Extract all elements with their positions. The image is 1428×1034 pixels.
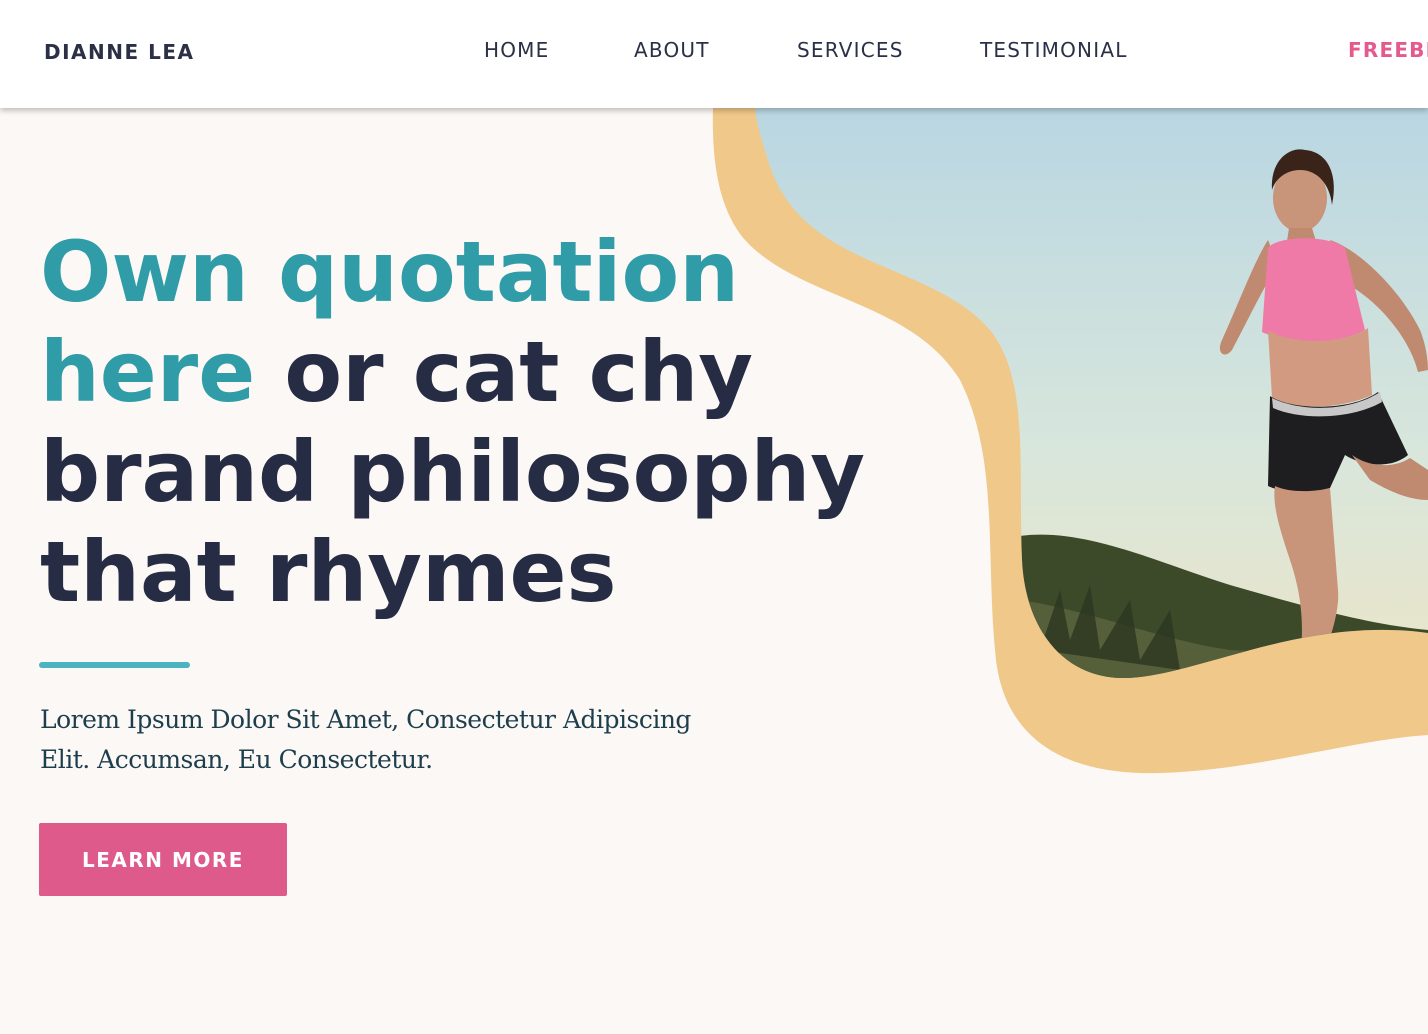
brand-logo[interactable]: DIANNE LEA <box>44 40 195 64</box>
top-navbar: DIANNE LEA HOME ABOUT SERVICES TESTIMONI… <box>0 0 1428 108</box>
headline-teal-line-1: Own quotation <box>40 223 739 321</box>
headline-teal-line-2: here <box>40 323 256 421</box>
nav-link-services[interactable]: SERVICES <box>797 38 904 62</box>
hero-description: Lorem Ipsum Dolor Sit Amet, Consectetur … <box>40 705 691 774</box>
learn-more-button[interactable]: LEARN MORE <box>39 823 287 896</box>
headline-line-4: that rhymes <box>40 523 617 621</box>
nav-link-about[interactable]: ABOUT <box>634 38 710 62</box>
headline-line-3: brand philosophy <box>40 423 866 521</box>
hero-headline: Own quotation here or cat chy brand phil… <box>40 222 940 622</box>
nav-link-freebie[interactable]: FREEBI <box>1348 38 1428 62</box>
nav-link-testimonial[interactable]: TESTIMONIAL <box>980 38 1128 62</box>
accent-divider <box>39 662 190 668</box>
nav-link-home[interactable]: HOME <box>484 38 549 62</box>
headline-line-2-rest: or cat chy <box>284 323 754 421</box>
